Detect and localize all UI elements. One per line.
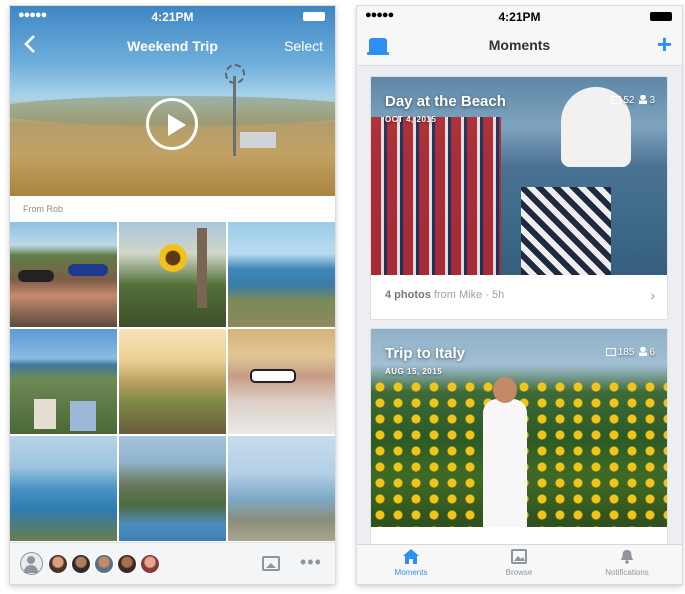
moment-title: Day at the Beach: [385, 93, 506, 110]
status-time: 4:21PM: [151, 10, 194, 24]
photo-tile[interactable]: [10, 329, 117, 434]
photos-icon: [605, 348, 616, 356]
moment-card[interactable]: Trip to Italy AUG 15, 2015 185 6: [370, 328, 668, 558]
photo-count: 185: [617, 347, 635, 358]
avatar[interactable]: [140, 554, 160, 574]
status-time: 4:21PM: [498, 10, 541, 24]
battery-icon: [303, 12, 325, 21]
people-count: 6: [649, 347, 655, 358]
battery-icon: [650, 12, 672, 21]
album-bottom-bar: •••: [10, 542, 335, 584]
tab-label: Browse: [505, 568, 533, 577]
album-screen: ●●●●● 4:21PM Weekend Trip Select From Ro…: [10, 6, 335, 584]
photo-tile[interactable]: [10, 222, 117, 327]
avatar[interactable]: [71, 554, 91, 574]
tab-label: Notifications: [605, 568, 649, 577]
tab-notifications[interactable]: Notifications: [573, 549, 681, 577]
moment-source: from Mike · 5h: [433, 289, 505, 301]
tab-moments[interactable]: Moments: [357, 549, 465, 577]
moment-title: Trip to Italy: [385, 345, 466, 362]
moment-stats: 185 6: [605, 347, 655, 358]
from-label: From Rob: [23, 204, 64, 214]
photos-icon: [611, 96, 622, 104]
play-button-icon[interactable]: [146, 98, 198, 150]
page-title: Moments: [488, 37, 551, 53]
photo-tile[interactable]: [10, 436, 117, 541]
more-icon[interactable]: •••: [300, 552, 322, 573]
photo-tile[interactable]: [119, 222, 226, 327]
tab-bar: Moments Browse Notifications: [357, 544, 682, 584]
select-button[interactable]: Select: [284, 38, 323, 54]
chevron-right-icon[interactable]: ›: [650, 287, 655, 303]
tab-browse[interactable]: Browse: [465, 549, 573, 577]
add-photo-icon[interactable]: [262, 556, 280, 571]
people-count: 3: [649, 95, 655, 106]
moment-footer: 4 photos from Mike · 5h: [385, 289, 504, 301]
moments-screen: ●●●●● 4:21PM Moments + Day at the Beach …: [357, 6, 682, 584]
moment-stats: 52 3: [611, 95, 655, 106]
moments-navbar: Moments +: [357, 26, 682, 66]
moment-date: AUG 15, 2015: [385, 367, 443, 376]
home-icon: [403, 549, 419, 564]
photo-icon: [511, 549, 527, 564]
moment-card[interactable]: Day at the Beach OCT 4, 2015 52 3 4 photo…: [370, 76, 668, 320]
status-bar: ●●●●● 4:21PM: [10, 6, 335, 26]
avatar[interactable]: [117, 554, 137, 574]
add-icon[interactable]: +: [657, 29, 672, 60]
photo-tile[interactable]: [228, 436, 335, 541]
moment-date: OCT 4, 2015: [385, 115, 437, 124]
person-icon: [639, 95, 648, 104]
status-bar: ●●●●● 4:21PM: [357, 6, 682, 26]
person-icon: [639, 347, 648, 356]
photo-tile[interactable]: [119, 329, 226, 434]
photo-grid: [10, 222, 335, 541]
album-navbar: Weekend Trip Select: [10, 30, 335, 60]
photo-tile[interactable]: [228, 329, 335, 434]
tab-label: Moments: [394, 568, 428, 577]
add-person-icon[interactable]: [20, 552, 43, 575]
photo-tile[interactable]: [228, 222, 335, 327]
avatar[interactable]: [94, 554, 114, 574]
bell-icon: [621, 550, 633, 564]
avatar[interactable]: [48, 554, 68, 574]
photo-count: 52: [623, 95, 635, 106]
photo-tile[interactable]: [119, 436, 226, 541]
photo-count-label: 4 photos: [385, 289, 431, 301]
